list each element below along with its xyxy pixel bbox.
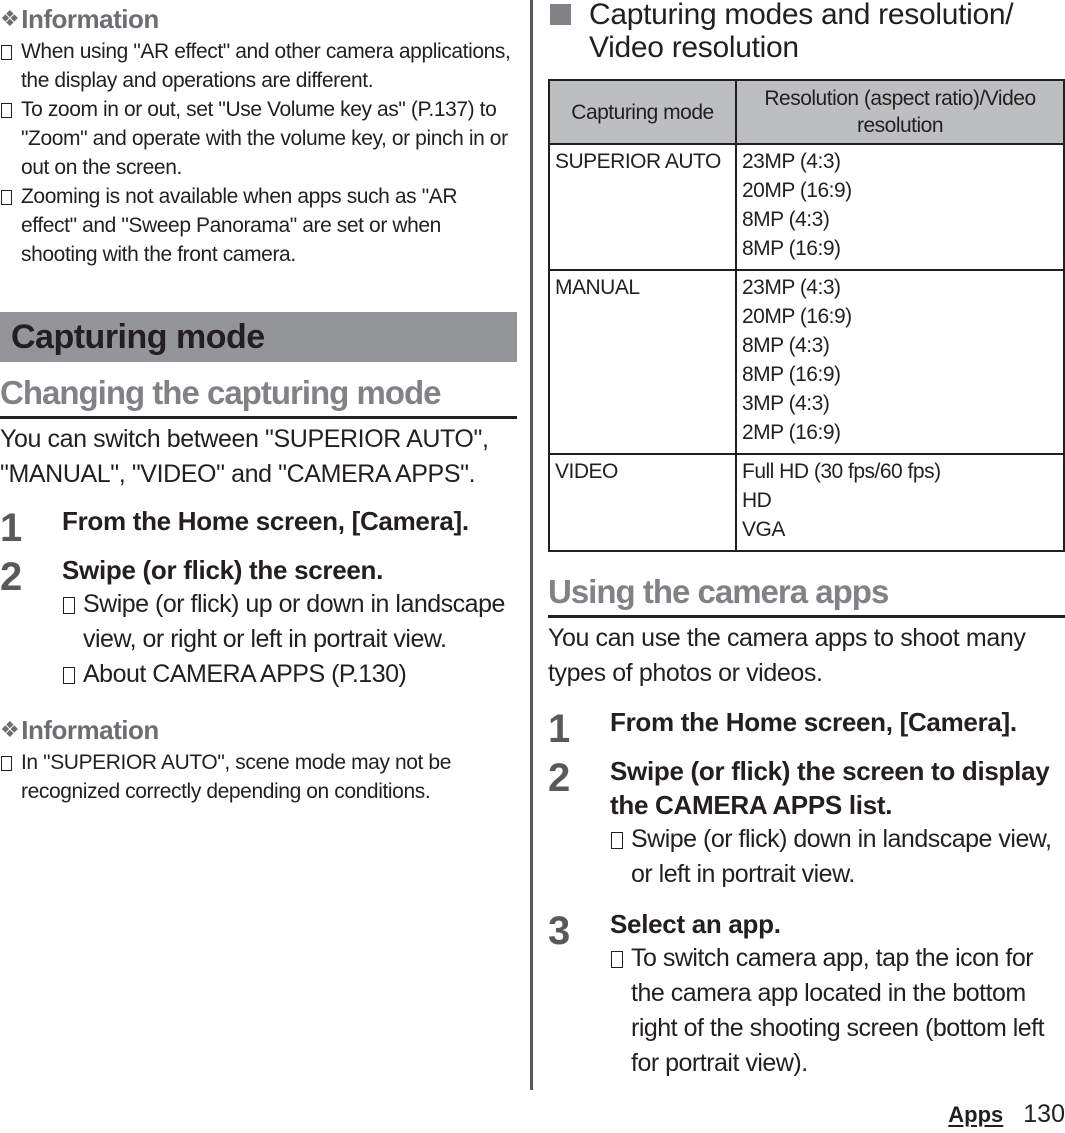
step-note-text: Swipe (or flick) down in landscape view,… xyxy=(631,825,1052,888)
resolution-cell: 23MP (4:3) 20MP (16:9) 8MP (4:3) 8MP (16… xyxy=(735,143,1065,271)
resolution-cell: Full HD (30 fps/60 fps) HD VGA xyxy=(735,453,1065,552)
resolution-table: Capturing mode Resolution (aspect ratio)… xyxy=(548,79,1065,552)
table-row: MANUAL 23MP (4:3) 20MP (16:9) 8MP (4:3) … xyxy=(548,269,1065,455)
diamond-bullet-icon: ❖ xyxy=(0,717,20,742)
resolution-value: 8MP (4:3) xyxy=(742,208,830,231)
resolution-cell: 23MP (4:3) 20MP (16:9) 8MP (4:3) 8MP (16… xyxy=(735,269,1065,455)
bullet-icon xyxy=(63,667,75,684)
step-1: 1 From the Home screen, [Camera]. xyxy=(0,504,517,550)
step-number: 2 xyxy=(548,756,571,800)
bullet-icon xyxy=(1,103,12,118)
information-heading: ❖ Information xyxy=(0,2,517,36)
information-item-text: To zoom in or out, set "Use Volume key a… xyxy=(21,98,508,179)
diamond-bullet-icon: ❖ xyxy=(0,6,20,31)
step-notes: Swipe (or flick) down in landscape view,… xyxy=(610,822,1065,892)
table-header-row: Capturing mode Resolution (aspect ratio)… xyxy=(548,79,1065,145)
resolution-value: 23MP (4:3) xyxy=(742,276,841,299)
section-title: Capturing mode xyxy=(0,312,517,362)
step-3: 3 Select an app. To switch camera app, t… xyxy=(548,907,1065,1081)
information-list: When using "AR effect" and other camera … xyxy=(0,37,517,269)
information-heading-text: Information xyxy=(21,4,159,34)
footer-section-link[interactable]: Apps xyxy=(948,1102,1003,1128)
step-notes: Swipe (or flick) up or down in landscape… xyxy=(62,587,517,692)
step-number: 1 xyxy=(0,506,23,550)
right-column: Capturing modes and resolution/ Video re… xyxy=(548,0,1065,1081)
step-number: 1 xyxy=(548,707,571,751)
mode-cell: MANUAL xyxy=(548,269,737,455)
step-note: Swipe (or flick) down in landscape view,… xyxy=(610,822,1065,892)
step-note-text: To switch camera app, tap the icon for t… xyxy=(631,944,1045,1077)
step-title: From the Home screen, [Camera]. xyxy=(610,707,1017,737)
column-header: Capturing mode xyxy=(548,79,737,145)
mode-cell: VIDEO xyxy=(548,453,737,552)
intro-paragraph: You can switch between "SUPERIOR AUTO", … xyxy=(0,425,489,488)
information-item: In "SUPERIOR AUTO", scene mode may not b… xyxy=(0,748,517,806)
information-item: Zooming is not available when apps such … xyxy=(0,182,517,269)
information-box-1: ❖ Information When using "AR effect" and… xyxy=(0,2,517,269)
resolution-value: 23MP (4:3) xyxy=(742,150,841,173)
resolution-value: 20MP (16:9) xyxy=(742,179,852,202)
table-row: VIDEO Full HD (30 fps/60 fps) HD VGA xyxy=(548,453,1065,552)
page-number: 130 xyxy=(1023,1100,1065,1128)
resolution-value: VGA xyxy=(742,518,785,541)
information-item-text: Zooming is not available when apps such … xyxy=(21,185,458,266)
left-column: ❖ Information When using "AR effect" and… xyxy=(0,0,517,806)
information-item: To zoom in or out, set "Use Volume key a… xyxy=(0,95,517,182)
subsection-title: Using the camera apps xyxy=(548,570,1065,618)
step-number: 3 xyxy=(548,909,571,953)
square-bullet-icon xyxy=(550,4,571,25)
resolution-value: HD xyxy=(742,489,772,512)
page-footer: Apps 130 xyxy=(948,1100,1065,1129)
bullet-icon xyxy=(611,951,623,968)
step-1: 1 From the Home screen, [Camera]. xyxy=(548,705,1065,751)
resolution-value: 3MP (4:3) xyxy=(742,392,830,415)
step-note: Swipe (or flick) up or down in landscape… xyxy=(62,587,517,657)
step-title: Swipe (or flick) the screen. xyxy=(62,555,384,585)
step-notes: To switch camera app, tap the icon for t… xyxy=(610,941,1065,1081)
step-title: From the Home screen, [Camera]. xyxy=(62,506,469,536)
resolution-value: 8MP (4:3) xyxy=(742,334,830,357)
resolution-value: 2MP (16:9) xyxy=(742,421,841,444)
information-item: When using "AR effect" and other camera … xyxy=(0,37,517,95)
resolution-value: 20MP (16:9) xyxy=(742,305,852,328)
bullet-icon xyxy=(1,756,12,771)
step-note-text: Swipe (or flick) up or down in landscape… xyxy=(83,590,505,653)
subsection-title: Changing the capturing mode xyxy=(0,371,517,419)
table-row: SUPERIOR AUTO 23MP (4:3) 20MP (16:9) 8MP… xyxy=(548,143,1065,271)
step-title: Swipe (or flick) the screen to display t… xyxy=(610,756,1050,820)
information-item-text: In "SUPERIOR AUTO", scene mode may not b… xyxy=(21,751,451,803)
table-heading-text: Capturing modes and resolution/ Video re… xyxy=(589,0,1014,64)
information-item-text: When using "AR effect" and other camera … xyxy=(21,40,511,92)
column-divider xyxy=(530,0,533,1090)
resolution-value: 8MP (16:9) xyxy=(742,237,841,260)
step-note-link[interactable]: About CAMERA APPS (P.130) xyxy=(83,660,407,688)
steps: 1 From the Home screen, [Camera]. 2 Swip… xyxy=(548,705,1065,1081)
step-title: Select an app. xyxy=(610,909,781,939)
information-heading-text: Information xyxy=(21,715,159,745)
information-box-2: ❖ Information In "SUPERIOR AUTO", scene … xyxy=(0,713,517,806)
information-list: In "SUPERIOR AUTO", scene mode may not b… xyxy=(0,748,517,806)
step-note: About CAMERA APPS (P.130) xyxy=(62,657,517,692)
resolution-value: Full HD (30 fps/60 fps) xyxy=(742,460,941,483)
intro-paragraph: You can use the camera apps to shoot man… xyxy=(548,624,1026,687)
steps: 1 From the Home screen, [Camera]. 2 Swip… xyxy=(0,504,517,692)
step-2: 2 Swipe (or flick) the screen. Swipe (or… xyxy=(0,553,517,692)
step-2: 2 Swipe (or flick) the screen to display… xyxy=(548,754,1065,892)
bullet-icon xyxy=(611,832,623,849)
mode-cell: SUPERIOR AUTO xyxy=(548,143,737,271)
bullet-icon xyxy=(63,597,75,614)
bullet-icon xyxy=(1,45,12,60)
table-heading: Capturing modes and resolution/ Video re… xyxy=(548,0,1065,64)
step-note: To switch camera app, tap the icon for t… xyxy=(610,941,1065,1081)
resolution-value: 8MP (16:9) xyxy=(742,363,841,386)
step-number: 2 xyxy=(0,555,23,599)
information-heading: ❖ Information xyxy=(0,713,517,747)
column-header: Resolution (aspect ratio)/Video resoluti… xyxy=(735,79,1065,145)
bullet-icon xyxy=(1,190,12,205)
